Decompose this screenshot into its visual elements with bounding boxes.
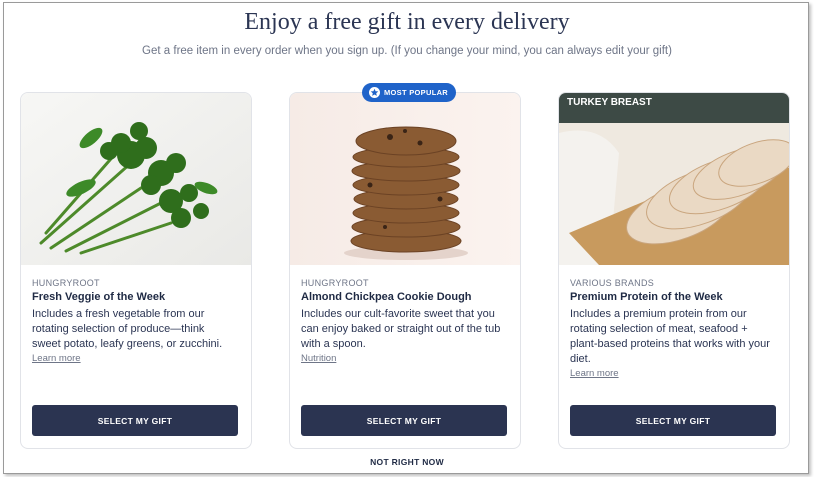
card-title: Premium Protein of the Week <box>570 291 723 303</box>
description-line: sweet potato, leafy greens, or zucchini. <box>32 338 223 350</box>
description-line: rotating selection of produce—think <box>32 323 205 335</box>
gift-card-veggie: HUNGRYROOT Fresh Veggie of the Week Incl… <box>20 92 252 449</box>
page-title: Enjoy a free gift in every delivery <box>244 9 570 35</box>
card-description: Includes a premium protein from our rota… <box>570 307 784 367</box>
nutrition-link[interactable]: Nutrition <box>301 353 336 364</box>
gift-card-cookie: HUNGRYROOT Almond Chickpea Cookie Dough … <box>289 92 521 449</box>
learn-more-link[interactable]: Learn more <box>570 368 619 379</box>
description-line: diet. <box>570 353 591 365</box>
badge-label: MOST POPULAR <box>384 88 449 97</box>
gift-selection-page: Enjoy a free gift in every delivery Get … <box>3 2 809 474</box>
select-gift-button[interactable]: SELECT MY GIFT <box>301 405 507 436</box>
gift-card-protein: TURKEY BREAST VARIOUS BRANDS Premium Pro… <box>558 92 790 449</box>
description-line: Includes a fresh vegetable from our <box>32 308 205 320</box>
description-line: rotating selection of meat, seafood + <box>570 323 748 335</box>
learn-more-link[interactable]: Learn more <box>32 353 81 364</box>
description-line: with a spoon. <box>301 338 366 350</box>
select-gift-button[interactable]: SELECT MY GIFT <box>32 405 238 436</box>
not-right-now-link[interactable]: NOT RIGHT NOW <box>4 457 810 467</box>
card-brand: VARIOUS BRANDS <box>570 278 655 288</box>
cookie-image <box>290 93 520 265</box>
description-line: can enjoy baked or straight out of the t… <box>301 323 501 335</box>
card-brand: HUNGRYROOT <box>301 278 369 288</box>
card-title: Fresh Veggie of the Week <box>32 291 166 303</box>
turkey-image: TURKEY BREAST <box>559 93 789 265</box>
select-gift-button[interactable]: SELECT MY GIFT <box>570 405 776 436</box>
page-subtitle: Get a free item in every order when you … <box>142 45 672 57</box>
card-title: Almond Chickpea Cookie Dough <box>301 291 472 303</box>
star-icon <box>369 87 380 98</box>
description-line: Includes a premium protein from our <box>570 308 747 320</box>
card-description: Includes our cult-favorite sweet that yo… <box>301 307 515 352</box>
card-brand: HUNGRYROOT <box>32 278 100 288</box>
description-line: plant-based proteins that works with you… <box>570 338 770 350</box>
turkey-package-text: TURKEY BREAST <box>567 97 652 108</box>
veggie-image <box>21 93 251 265</box>
card-description: Includes a fresh vegetable from our rota… <box>32 307 246 352</box>
most-popular-badge: MOST POPULAR <box>362 83 457 102</box>
description-line: Includes our cult-favorite sweet that yo… <box>301 308 495 320</box>
